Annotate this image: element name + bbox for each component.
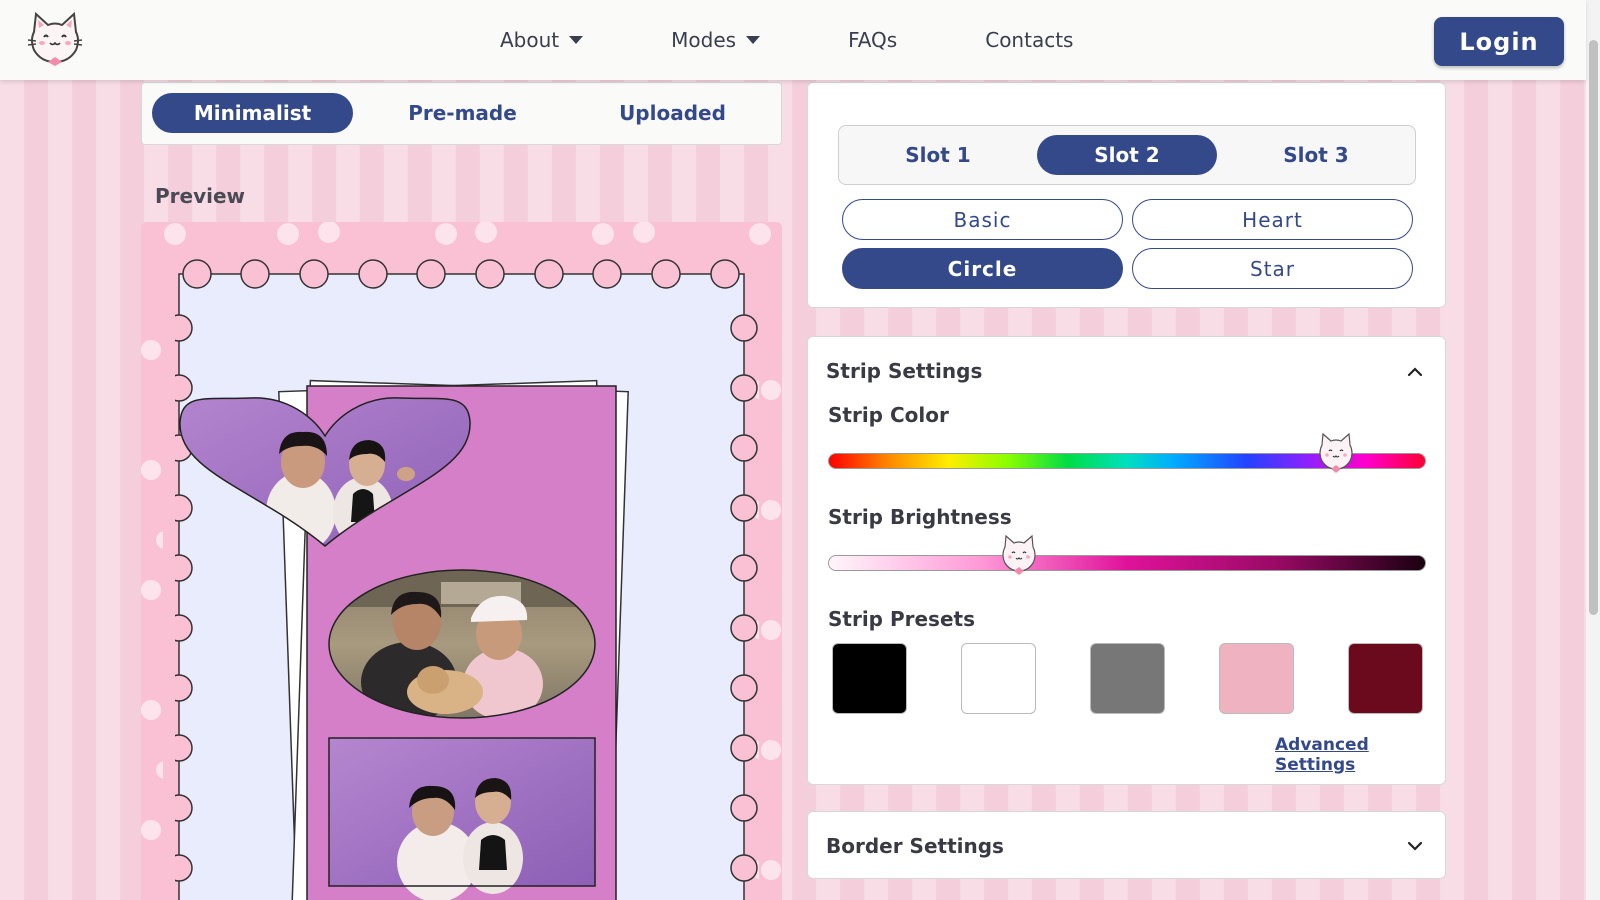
photo-strip-preview xyxy=(141,222,782,900)
cat-logo-icon[interactable] xyxy=(24,10,86,66)
preset-swatch-gray[interactable] xyxy=(1090,643,1165,714)
strip-brightness-slider[interactable] xyxy=(828,555,1426,571)
photo-slot-basic[interactable] xyxy=(328,737,596,900)
preview-canvas xyxy=(141,222,782,900)
shape-circle-button[interactable]: Circle xyxy=(842,248,1123,289)
tab-slot-3[interactable]: Slot 3 xyxy=(1226,135,1406,175)
preset-swatch-white[interactable] xyxy=(961,643,1036,714)
strip-color-label: Strip Color xyxy=(828,403,949,427)
main-nav: About Modes FAQs Contacts xyxy=(500,0,1073,80)
nav-faqs[interactable]: FAQs xyxy=(848,28,897,52)
nav-contacts-label: Contacts xyxy=(985,28,1074,52)
tab-uploaded[interactable]: Uploaded xyxy=(572,93,773,133)
nav-modes-label: Modes xyxy=(671,28,737,52)
mode-tab-bar: Minimalist Pre-made Uploaded xyxy=(141,82,782,145)
login-button[interactable]: Login xyxy=(1434,17,1564,66)
shape-heart-button[interactable]: Heart xyxy=(1132,199,1413,240)
strip-settings-title[interactable]: Strip Settings xyxy=(826,359,982,383)
nav-faqs-label: FAQs xyxy=(848,28,898,52)
shape-star-button[interactable]: Star xyxy=(1132,248,1413,289)
cat-face-icon[interactable] xyxy=(1314,431,1358,475)
chevron-down-icon[interactable] xyxy=(1407,838,1423,854)
slot-shape-panel: Slot 1 Slot 2 Slot 3 Basic Heart Circle … xyxy=(807,82,1446,308)
tab-minimalist[interactable]: Minimalist xyxy=(152,93,353,133)
nav-about[interactable]: About xyxy=(500,28,584,52)
shape-basic-button[interactable]: Basic xyxy=(842,199,1123,240)
top-navbar: About Modes FAQs Contacts Login xyxy=(0,0,1586,80)
nav-modes[interactable]: Modes xyxy=(671,28,761,52)
strip-presets-label: Strip Presets xyxy=(828,607,975,631)
preview-heading: Preview xyxy=(155,184,246,208)
border-settings-panel: Border Settings xyxy=(807,811,1446,879)
strip-settings-panel: Strip Settings Strip Color Strip Brightn… xyxy=(807,336,1446,785)
border-settings-title[interactable]: Border Settings xyxy=(826,834,1004,858)
preset-swatch-black[interactable] xyxy=(832,643,907,714)
tab-slot-2[interactable]: Slot 2 xyxy=(1037,135,1217,175)
preset-swatch-maroon[interactable] xyxy=(1348,643,1423,714)
chevron-up-icon[interactable] xyxy=(1407,364,1423,380)
tab-pre-made[interactable]: Pre-made xyxy=(362,93,563,133)
preset-swatch-pink[interactable] xyxy=(1219,643,1294,714)
cat-face-icon[interactable] xyxy=(997,533,1041,577)
slot-selector: Slot 1 Slot 2 Slot 3 xyxy=(838,125,1416,185)
caret-down-icon xyxy=(746,36,761,44)
nav-about-label: About xyxy=(500,28,560,52)
caret-down-icon xyxy=(569,36,584,44)
strip-brightness-label: Strip Brightness xyxy=(828,505,1012,529)
scrollbar-thumb[interactable] xyxy=(1589,40,1598,615)
tab-slot-1[interactable]: Slot 1 xyxy=(848,135,1028,175)
nav-contacts[interactable]: Contacts xyxy=(985,28,1073,52)
advanced-settings-link[interactable]: Advanced Settings xyxy=(1275,735,1445,775)
